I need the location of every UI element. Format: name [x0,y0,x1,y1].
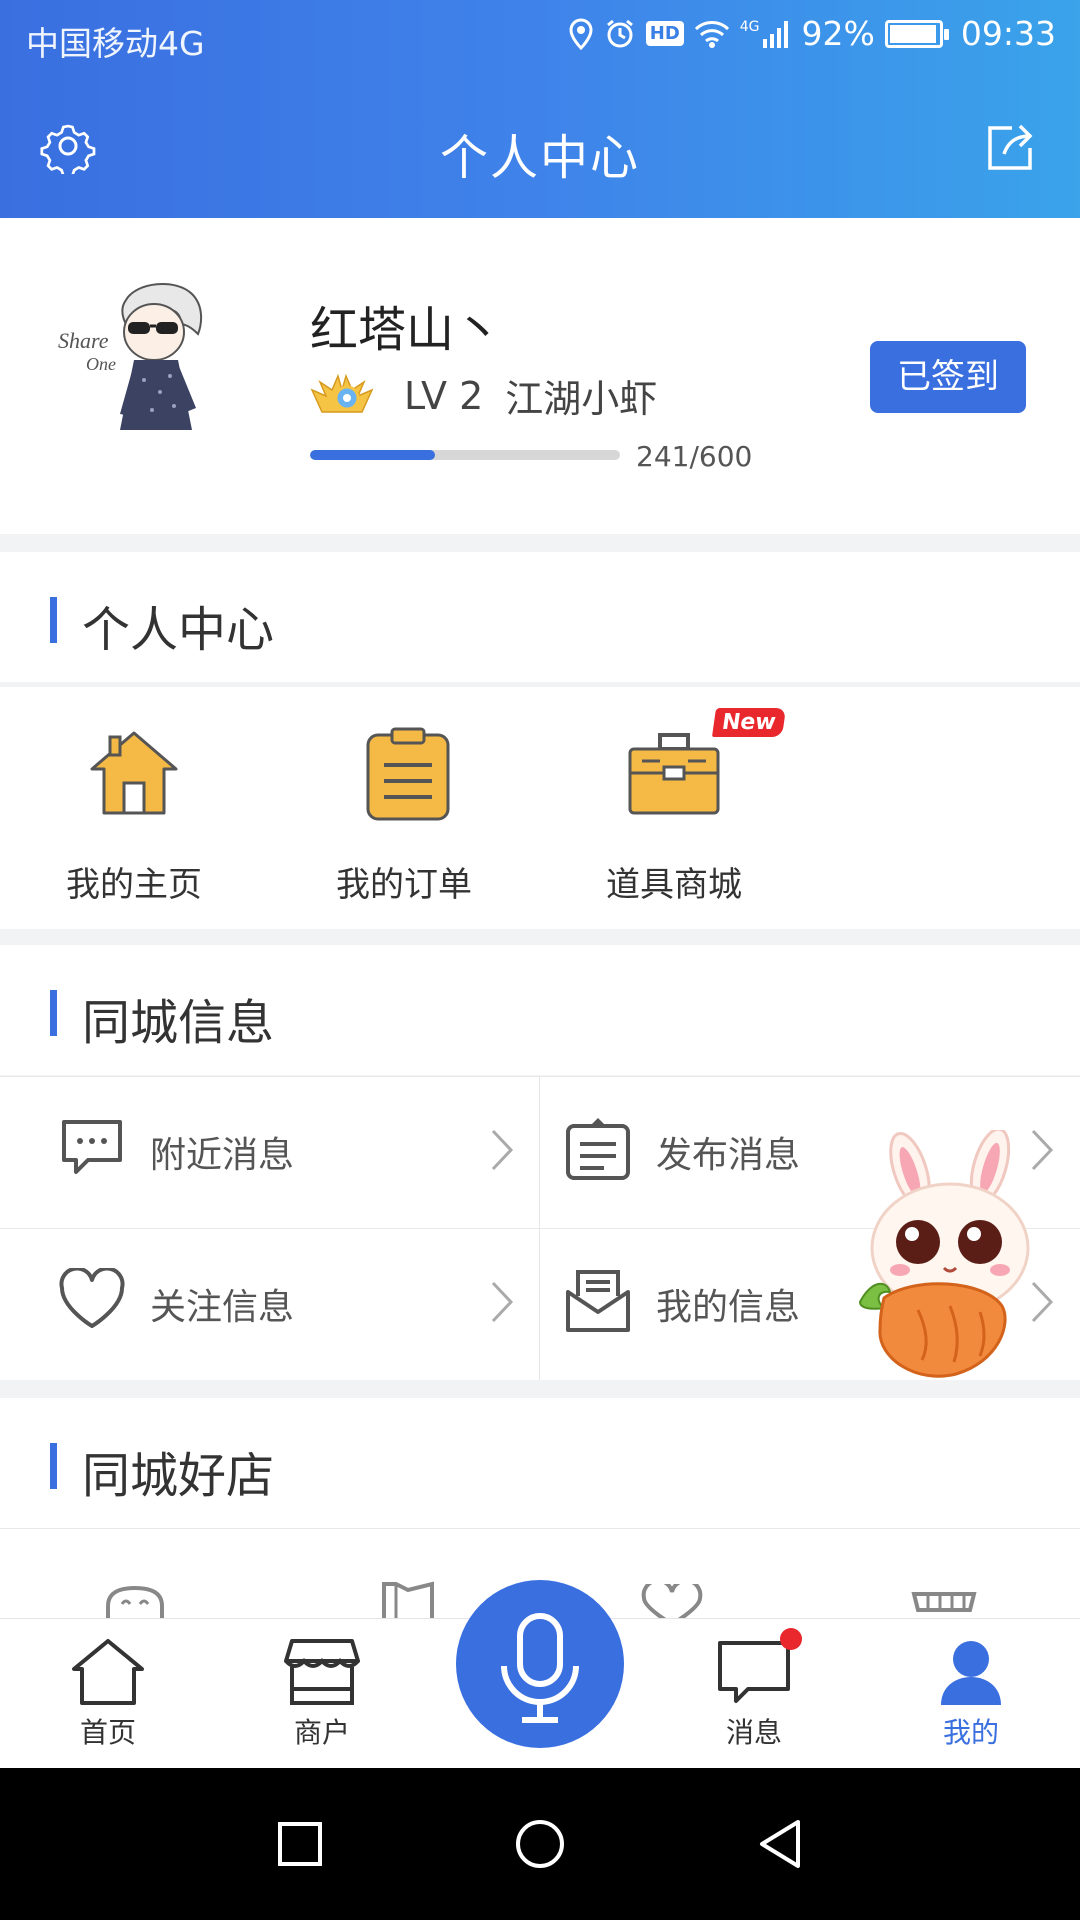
tab-label: 消息 [725,1716,782,1749]
tab-mine[interactable]: 我的 [901,1637,1041,1751]
clipboard-icon [366,727,450,821]
share-button[interactable] [982,120,1038,176]
avatar[interactable]: Share One [56,260,256,460]
tab-label: 商户 [293,1716,350,1749]
section-accent-bar [50,1443,57,1489]
battery-percent: 92% [801,14,875,53]
level-row: LV 2 江湖小虾 [308,368,657,423]
new-badge: New [711,708,786,737]
wifi-icon [694,20,729,48]
voice-button[interactable] [456,1580,624,1748]
level-progress-bar [310,450,620,460]
signal-icon [762,20,788,48]
microphone-icon [501,1613,579,1723]
shop-category-4-icon[interactable] [910,1586,978,1618]
battery-icon [884,19,949,48]
shop-category-2-icon[interactable] [380,1580,436,1618]
tab-label: 首页 [79,1716,136,1749]
section-personal-grid: 我的主页 我的订单 道具商城 New [0,687,1080,929]
cell-label: 发布消息 [656,1135,801,1176]
level-label: LV 2 [404,373,484,418]
house-icon [90,731,178,815]
toolbox-icon [628,733,720,815]
tab-label: 我的 [942,1716,999,1749]
grid-item-label: 我的订单 [336,865,472,905]
chevron-right-icon [491,1129,514,1171]
section-shops-header: 同城好店 [0,1398,1080,1528]
heart-icon [59,1268,125,1328]
alarm-icon [606,19,633,47]
tab-home[interactable]: 首页 [38,1637,178,1751]
recent-apps-icon[interactable] [274,1818,326,1870]
tab-merchants[interactable]: 商户 [252,1637,392,1751]
username: 红塔山丶 [310,302,503,358]
avatar-caption-one: One [86,354,116,374]
avatar-illustration: Share One [56,260,256,460]
cell-label: 我的信息 [656,1287,801,1328]
user-icon [941,1641,1001,1705]
message-icon [718,1641,790,1703]
section-city-header: 同城信息 [0,945,1080,1075]
system-nav-bar [0,1768,1080,1920]
page-title: 个人中心 [439,130,640,186]
app-header: 中国移动4G HD 4G 92% 09:33 个人中心 [0,0,1080,218]
status-bar: 中国移动4G HD 4G 92% 09:33 [0,0,1080,76]
carrier-label: 中国移动4G [26,24,205,63]
shop-category-1-icon[interactable] [104,1584,166,1618]
grid-item-label: 道具商城 [606,865,742,905]
home-icon [72,1639,144,1705]
level-title: 江湖小虾 [505,377,658,421]
grid-item-label: 我的主页 [66,865,202,905]
section-accent-bar [50,990,57,1036]
cell-followed-info[interactable]: 关注信息 [0,1228,540,1380]
section-personal-title: 个人中心 [82,602,275,658]
home-nav-icon[interactable] [514,1818,566,1870]
network-badge: 4G [739,18,760,35]
level-progress-fill [310,450,435,460]
section-city-title: 同城信息 [82,995,275,1051]
grid-item-my-homepage[interactable]: 我的主页 [24,725,244,905]
tab-messages[interactable]: 消息 [684,1637,824,1751]
publish-icon [566,1118,630,1180]
section-personal-header: 个人中心 [0,552,1080,682]
cell-label: 附近消息 [150,1135,295,1176]
location-icon [569,17,593,50]
sign-in-button[interactable]: 已签到 [870,341,1026,413]
hd-badge: HD [645,21,684,46]
cell-nearby-messages[interactable]: 附近消息 [0,1076,540,1228]
level-progress-text: 241/600 [636,440,753,473]
section-accent-bar [50,597,57,643]
level-crown-icon [310,373,374,413]
shop-category-3-icon[interactable] [640,1584,704,1618]
cell-label: 关注信息 [150,1287,295,1328]
unread-dot [780,1628,802,1650]
store-icon [284,1639,360,1705]
chevron-right-icon [491,1281,514,1323]
section-shops-title: 同城好店 [82,1448,275,1504]
avatar-caption-share: Share [58,328,109,353]
grid-item-my-orders[interactable]: 我的订单 [294,725,514,905]
rabbit-mascot-icon[interactable] [840,1130,1050,1380]
grid-item-prop-store[interactable]: 道具商城 [564,725,784,905]
mail-icon [566,1270,630,1332]
profile-card: Share One 红塔山丶 LV 2 江湖小虾 241/600 已签到 [0,218,1080,534]
chat-bubble-icon [62,1120,122,1174]
share-icon [988,124,1033,170]
status-icons: HD 4G 92% 09:33 [568,14,1056,53]
clock: 09:33 [960,14,1056,53]
back-icon[interactable] [754,1818,806,1870]
